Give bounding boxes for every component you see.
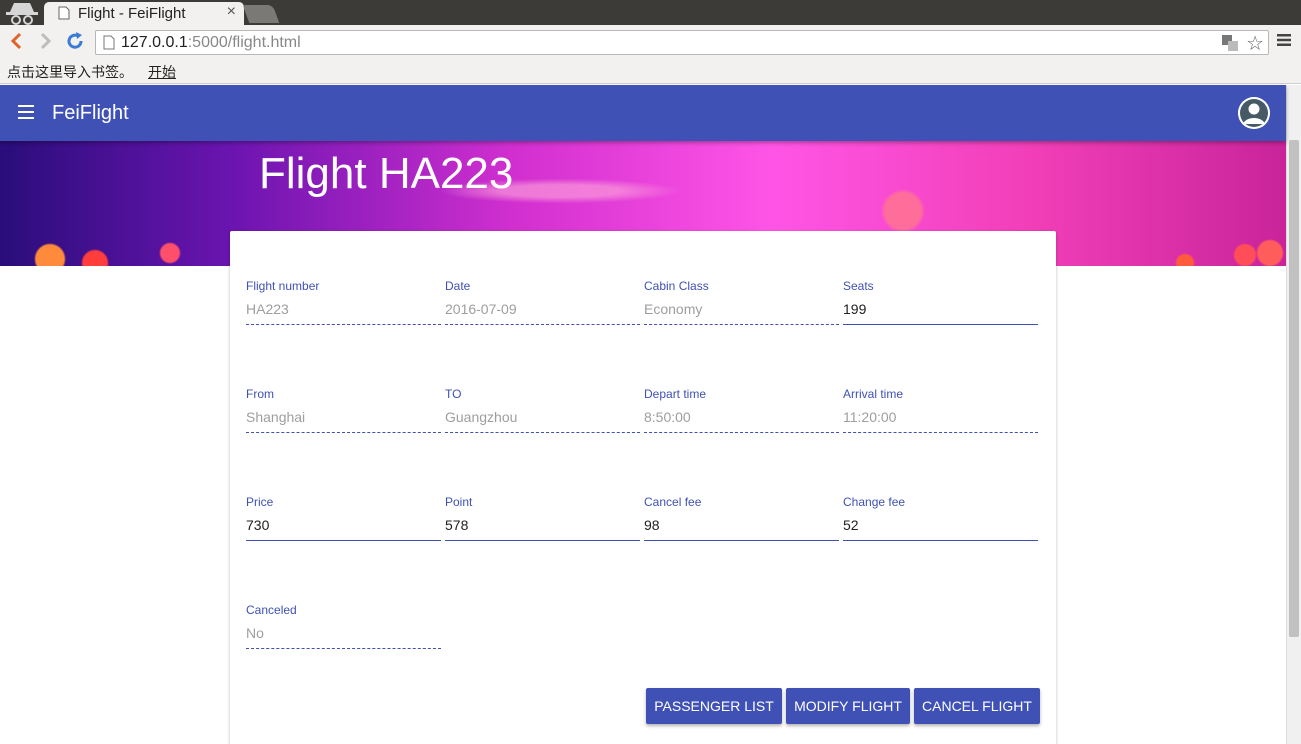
flight-details-card: Flight number Date Cabin Class Seats Fro… [230, 231, 1056, 744]
field-label: TO [445, 387, 462, 401]
field-underline [445, 540, 640, 541]
new-tab-button[interactable] [242, 5, 280, 23]
reload-icon[interactable] [64, 30, 86, 52]
field-underline [843, 540, 1038, 541]
cancel-flight-button[interactable]: CANCEL FLIGHT [914, 688, 1040, 724]
field-underline [445, 324, 640, 325]
bookmarks-import-text: 点击这里导入书签。 [7, 64, 133, 80]
page-icon [58, 6, 70, 20]
canceled-input [246, 625, 441, 641]
field-underline [246, 432, 441, 433]
flight-number-field: Flight number [246, 279, 441, 331]
from-input [246, 409, 441, 425]
cabin-class-field: Cabin Class [644, 279, 839, 331]
translate-icon[interactable] [1222, 35, 1238, 51]
seats-input[interactable] [843, 301, 1038, 317]
date-input [445, 301, 640, 317]
field-label: Price [246, 495, 274, 509]
bookmarks-bar: 点击这里导入书签。 开始 [0, 60, 1301, 84]
change-fee-field[interactable]: Change fee [843, 495, 1038, 547]
field-label: Depart time [644, 387, 707, 401]
price-input[interactable] [246, 517, 441, 533]
field-label: Arrival time [843, 387, 904, 401]
page-scrollbar[interactable] [1286, 85, 1301, 744]
to-field: TO [445, 387, 640, 439]
depart-time-field: Depart time [644, 387, 839, 439]
depart-time-input [644, 409, 839, 425]
canceled-field: Canceled [246, 603, 441, 655]
field-underline [644, 540, 839, 541]
browser-tab-bar: Flight - FeiFlight × [0, 0, 1301, 25]
back-icon[interactable] [6, 30, 28, 52]
point-field[interactable]: Point [445, 495, 640, 547]
cancel-fee-field[interactable]: Cancel fee [644, 495, 839, 547]
bookmarks-start-link[interactable]: 开始 [148, 62, 176, 82]
url-text: 127.0.0.1:5000/flight.html [121, 34, 301, 51]
passenger-list-button[interactable]: PASSENGER LIST [646, 688, 782, 724]
field-underline [246, 324, 441, 325]
field-label: From [246, 387, 274, 401]
address-bar[interactable]: 127.0.0.1:5000/flight.html ☆ [95, 30, 1269, 55]
to-input [445, 409, 640, 425]
field-label: Canceled [246, 603, 297, 617]
field-underline [644, 324, 839, 325]
flight-number-input [246, 301, 441, 317]
field-label: Cancel fee [644, 495, 702, 509]
arrival-time-input [843, 409, 1038, 425]
app-title: FeiFlight [52, 102, 129, 124]
field-label: Cabin Class [644, 279, 709, 293]
seats-field[interactable]: Seats [843, 279, 1038, 331]
field-underline [246, 540, 441, 541]
close-icon[interactable]: × [227, 3, 236, 21]
scrollbar-thumb[interactable] [1289, 140, 1299, 637]
field-underline [843, 432, 1038, 433]
page-title: Flight HA223 [259, 149, 514, 198]
cabin-class-input [644, 301, 839, 317]
avatar[interactable] [1238, 97, 1270, 129]
field-label: Point [445, 495, 473, 509]
cancel-fee-input[interactable] [644, 517, 839, 533]
price-field[interactable]: Price [246, 495, 441, 547]
browser-toolbar: 127.0.0.1:5000/flight.html ☆ [0, 25, 1301, 60]
menu-icon[interactable] [18, 105, 34, 119]
forward-icon[interactable] [34, 30, 56, 52]
bookmark-star-icon[interactable]: ☆ [1246, 31, 1264, 56]
modify-flight-button[interactable]: MODIFY FLIGHT [786, 688, 910, 724]
page-icon [103, 35, 115, 50]
app-header: FeiFlight [0, 85, 1286, 141]
field-label: Flight number [246, 279, 320, 293]
browser-tab[interactable]: Flight - FeiFlight × [44, 2, 244, 25]
incognito-icon [4, 0, 40, 25]
point-input[interactable] [445, 517, 640, 533]
browser-menu-icon[interactable] [1277, 33, 1291, 47]
field-label: Change fee [843, 495, 906, 509]
date-field: Date [445, 279, 640, 331]
field-underline [644, 432, 839, 433]
field-underline [445, 432, 640, 433]
tab-title: Flight - FeiFlight [78, 5, 186, 22]
field-label: Date [445, 279, 471, 293]
from-field: From [246, 387, 441, 439]
field-underline [843, 324, 1038, 325]
field-label: Seats [843, 279, 874, 293]
field-underline [246, 648, 441, 649]
change-fee-input[interactable] [843, 517, 1038, 533]
arrival-time-field: Arrival time [843, 387, 1038, 439]
